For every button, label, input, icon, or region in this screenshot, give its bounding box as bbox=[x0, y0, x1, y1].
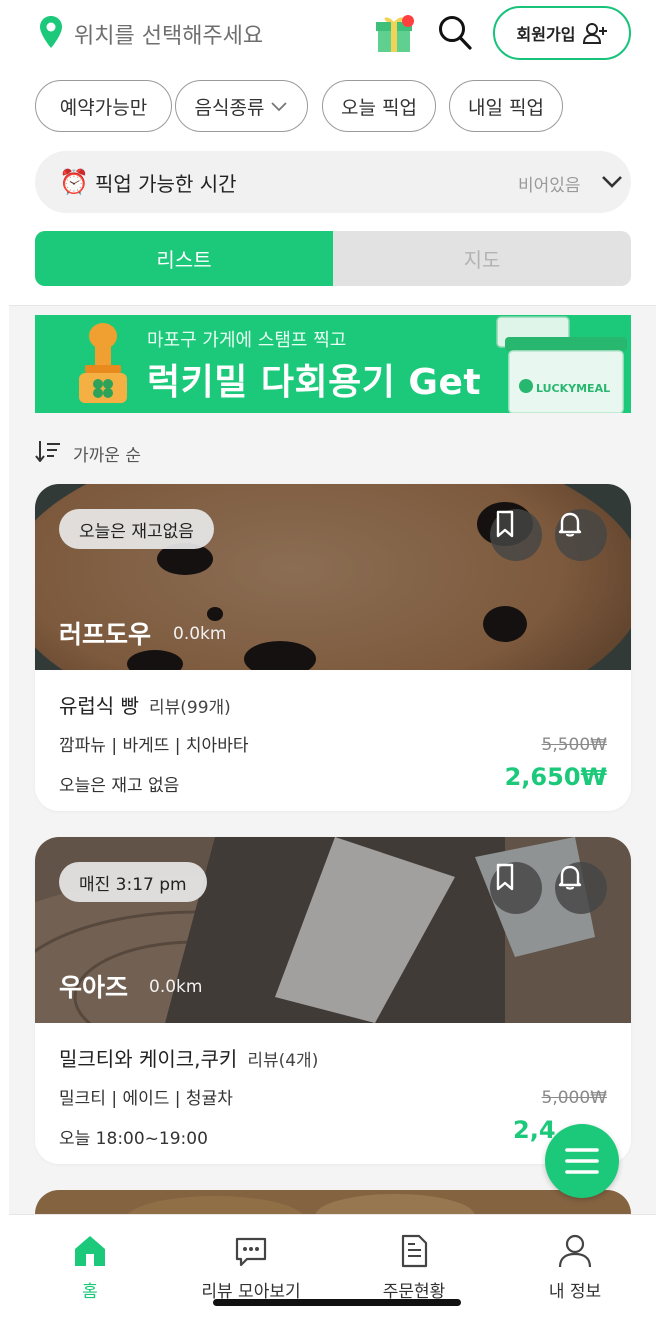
nav-reviews[interactable]: 리뷰 모아보기 bbox=[181, 1233, 321, 1302]
alarm-clock-icon: ⏰ bbox=[59, 168, 89, 196]
document-icon bbox=[401, 1234, 428, 1268]
bookmark-button[interactable] bbox=[490, 509, 542, 561]
pickup-time-label: 픽업 가능한 시간 bbox=[95, 172, 237, 196]
filter-today-pickup[interactable]: 오늘 픽업 bbox=[322, 80, 436, 132]
product-name: 밀크티와 케이크,쿠키 bbox=[59, 1047, 238, 1071]
filter-tomorrow-pickup[interactable]: 내일 픽업 bbox=[449, 80, 563, 132]
product-title: 유럽식 빵 리뷰(99개) bbox=[59, 690, 231, 719]
view-tabs: 리스트 지도 bbox=[35, 231, 631, 286]
nav-my-info[interactable]: 내 정보 bbox=[505, 1233, 645, 1302]
banner-brand: LUCKYMEAL bbox=[536, 382, 610, 395]
sort-label[interactable]: 가까운 순 bbox=[73, 441, 141, 466]
bookmark-button[interactable] bbox=[490, 862, 542, 914]
filter-reservable[interactable]: 예약가능만 bbox=[35, 80, 172, 132]
menu-list: 밀크티 | 에이드 | 청귤차 bbox=[59, 1089, 233, 1109]
chevron-down-icon bbox=[602, 176, 622, 188]
bell-icon bbox=[558, 865, 582, 890]
store-name: 러프도우 bbox=[59, 620, 152, 649]
bookmark-icon bbox=[496, 863, 514, 891]
store-card[interactable]: 오늘은 재고없음 러프도우 0.0km 유럽식 빵 리뷰(99개) 깜파뉴 | 바… bbox=[35, 484, 631, 811]
filter-label: 예약가능만 bbox=[59, 96, 148, 119]
tab-list[interactable]: 리스트 bbox=[35, 231, 333, 286]
product-title: 밀크티와 케이크,쿠키 리뷰(4개) bbox=[59, 1043, 318, 1072]
pickup-time: 오늘 18:00~19:00 bbox=[59, 1129, 208, 1149]
promo-banner[interactable]: 마포구 가게에 스탬프 찍고 럭키밀 다회용기 Get LUCKYMEAL bbox=[35, 315, 631, 413]
review-count[interactable]: 리뷰(99개) bbox=[149, 698, 231, 718]
pickup-time-selector[interactable]: ⏰ 픽업 가능한 시간 비어있음 bbox=[35, 151, 631, 213]
store-name: 우아즈 bbox=[59, 973, 129, 1002]
notification-button[interactable] bbox=[555, 862, 607, 914]
filter-label: 내일 픽업 bbox=[468, 96, 544, 119]
review-count[interactable]: 리뷰(4개) bbox=[247, 1051, 318, 1071]
discount-price: 2,650₩ bbox=[504, 763, 607, 791]
sort-icon[interactable] bbox=[35, 440, 61, 462]
status-badge: 오늘은 재고없음 bbox=[59, 509, 214, 549]
signup-label: 회원가입 bbox=[516, 25, 576, 44]
add-user-icon bbox=[583, 23, 608, 44]
stamp-icon bbox=[79, 323, 127, 403]
gift-icon[interactable] bbox=[375, 12, 415, 54]
store-distance: 0.0km bbox=[173, 624, 227, 644]
bookmark-icon bbox=[496, 510, 514, 538]
banner-subtitle: 마포구 가게에 스탬프 찍고 bbox=[147, 330, 347, 351]
store-photo: 오늘은 재고없음 러프도우 0.0km bbox=[35, 484, 631, 670]
original-price: 5,500₩ bbox=[541, 735, 607, 755]
banner-title: 럭키밀 다회용기 Get bbox=[147, 362, 482, 403]
hamburger-menu-icon bbox=[565, 1148, 599, 1174]
pickup-time: 오늘은 재고 없음 bbox=[59, 776, 180, 796]
tab-map[interactable]: 지도 bbox=[333, 231, 631, 286]
home-icon bbox=[75, 1236, 105, 1266]
store-distance: 0.0km bbox=[149, 977, 203, 997]
home-indicator bbox=[213, 1299, 461, 1306]
status-badge: 매진 3:17 pm bbox=[59, 862, 207, 902]
chat-bubble-icon bbox=[235, 1237, 267, 1267]
store-photo: 매진 3:17 pm 우아즈 0.0km bbox=[35, 837, 631, 1023]
pickup-time-status: 비어있음 bbox=[518, 176, 581, 196]
original-price: 5,000₩ bbox=[541, 1088, 607, 1108]
nav-label: 내 정보 bbox=[548, 1282, 602, 1302]
menu-fab-button[interactable] bbox=[545, 1124, 619, 1198]
nav-label: 홈 bbox=[82, 1282, 98, 1302]
location-pin-icon[interactable] bbox=[39, 15, 63, 49]
container-box-illustration: LUCKYMEAL bbox=[496, 316, 627, 413]
filter-label: 오늘 픽업 bbox=[341, 96, 417, 119]
search-icon[interactable] bbox=[437, 14, 473, 52]
filter-food-type[interactable]: 음식종류 bbox=[175, 80, 308, 132]
notification-button[interactable] bbox=[555, 509, 607, 561]
discount-price: 2,4 bbox=[513, 1116, 556, 1144]
app-screen: 위치를 선택해주세요 회원가입 예약가능만 음식종류 오늘 픽업 내일 픽업 ⏰ bbox=[0, 0, 665, 1320]
filter-label: 음식종류 bbox=[194, 96, 265, 119]
user-icon bbox=[558, 1234, 592, 1268]
location-selector[interactable]: 위치를 선택해주세요 bbox=[74, 18, 263, 50]
product-name: 유럽식 빵 bbox=[59, 694, 139, 718]
bell-icon bbox=[558, 512, 582, 537]
store-card[interactable]: 매진 3:17 pm 우아즈 0.0km 밀크티와 케이크,쿠키 리뷰(4개) 밀… bbox=[35, 837, 631, 1164]
nav-orders[interactable]: 주문현황 bbox=[344, 1233, 484, 1302]
nav-home[interactable]: 홈 bbox=[20, 1233, 160, 1302]
signup-button[interactable]: 회원가입 bbox=[493, 6, 631, 60]
menu-list: 깜파뉴 | 바게뜨 | 치아바타 bbox=[59, 736, 249, 756]
chevron-down-icon bbox=[271, 102, 288, 112]
